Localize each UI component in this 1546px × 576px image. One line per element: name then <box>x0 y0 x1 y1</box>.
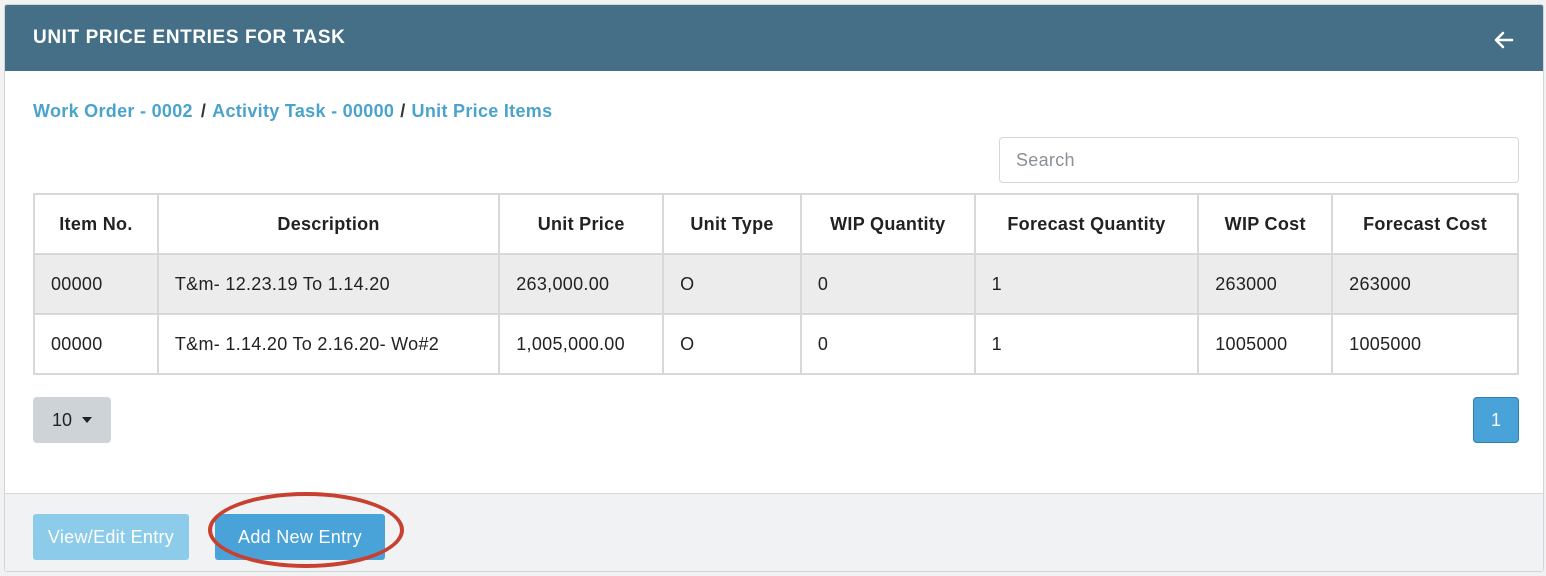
page-size-dropdown[interactable]: 10 <box>33 397 111 443</box>
column-header-forecast-cost[interactable]: Forecast Cost <box>1331 193 1519 255</box>
breadcrumb-unit-price-items[interactable]: Unit Price Items <box>412 101 553 122</box>
pagination-page-button[interactable]: 1 <box>1473 397 1519 443</box>
breadcrumb-separator: / <box>400 101 406 121</box>
cell-item-no: 00000 <box>33 313 159 375</box>
cell-item-no: 00000 <box>33 253 159 315</box>
panel-footer: View/Edit Entry Add New Entry <box>5 493 1543 571</box>
caret-down-icon <box>82 417 93 423</box>
column-header-unit-price[interactable]: Unit Price <box>498 193 665 255</box>
view-edit-entry-button[interactable]: View/Edit Entry <box>33 514 189 560</box>
unit-price-table: Item No. Description Unit Price Unit Typ… <box>33 193 1519 375</box>
breadcrumb: Work Order - 0002 / Activity Task - 0000… <box>33 101 552 122</box>
unit-price-entries-panel: UNIT PRICE ENTRIES FOR TASK Work Order -… <box>4 4 1544 572</box>
cell-unit-price: 1,005,000.00 <box>498 313 665 375</box>
column-header-description[interactable]: Description <box>156 193 501 255</box>
column-header-unit-type[interactable]: Unit Type <box>662 193 802 255</box>
cell-description: T&m- 1.14.20 To 2.16.20- Wo#2 <box>156 313 501 375</box>
breadcrumb-work-order[interactable]: Work Order - 0002 <box>33 101 193 122</box>
cell-forecast-cost: 263000 <box>1331 253 1519 315</box>
cell-wip-quantity: 0 <box>799 253 976 315</box>
cell-forecast-quantity: 1 <box>973 313 1200 375</box>
arrow-left-icon-svg <box>1494 31 1514 49</box>
column-header-forecast-quantity[interactable]: Forecast Quantity <box>973 193 1200 255</box>
cell-unit-price: 263,000.00 <box>498 253 665 315</box>
cell-wip-cost: 263000 <box>1197 253 1334 315</box>
cell-wip-cost: 1005000 <box>1197 313 1334 375</box>
panel-header: UNIT PRICE ENTRIES FOR TASK <box>5 5 1543 71</box>
cell-unit-type: O <box>662 253 802 315</box>
add-new-entry-button[interactable]: Add New Entry <box>215 514 385 560</box>
cell-forecast-cost: 1005000 <box>1331 313 1519 375</box>
table-header-row: Item No. Description Unit Price Unit Typ… <box>33 193 1519 255</box>
table-row[interactable]: 00000 T&m- 1.14.20 To 2.16.20- Wo#2 1,00… <box>33 313 1519 375</box>
column-header-wip-cost[interactable]: WIP Cost <box>1197 193 1334 255</box>
breadcrumb-activity-task[interactable]: Activity Task - 00000 <box>212 101 394 122</box>
cell-unit-type: O <box>662 313 802 375</box>
column-header-wip-quantity[interactable]: WIP Quantity <box>799 193 976 255</box>
cell-description: T&m- 12.23.19 To 1.14.20 <box>156 253 501 315</box>
breadcrumb-separator: / <box>200 101 207 121</box>
table-row[interactable]: 00000 T&m- 12.23.19 To 1.14.20 263,000.0… <box>33 253 1519 315</box>
cell-wip-quantity: 0 <box>799 313 976 375</box>
column-header-item-no[interactable]: Item No. <box>33 193 159 255</box>
cell-forecast-quantity: 1 <box>973 253 1200 315</box>
panel-title: UNIT PRICE ENTRIES FOR TASK <box>33 27 346 48</box>
page-size-value: 10 <box>51 409 73 430</box>
arrow-left-icon[interactable] <box>1493 29 1515 51</box>
search-input[interactable] <box>999 137 1519 183</box>
